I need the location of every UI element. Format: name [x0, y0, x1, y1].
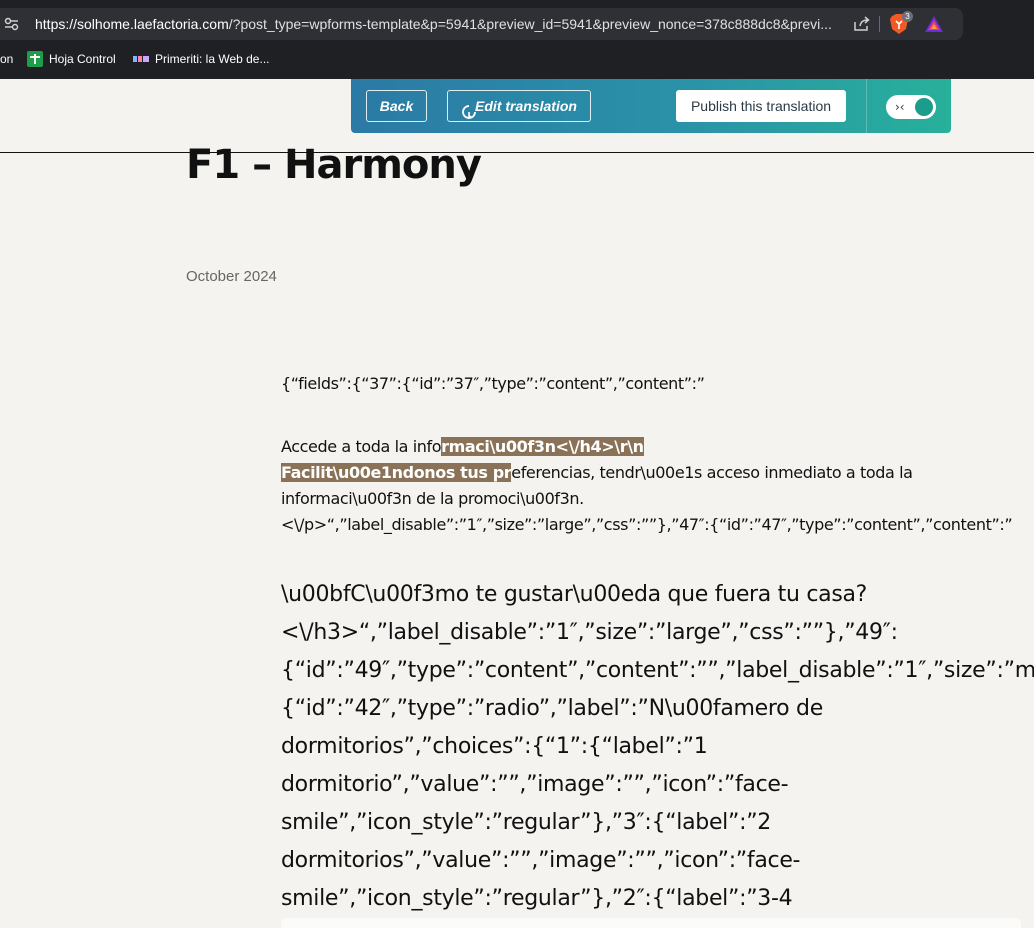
content-text: eferencias, tendr\u00e1s acceso inmediat…: [511, 463, 913, 482]
content-large-line: dormitorio”,”value”:””,”image”:””,”icon”…: [281, 772, 789, 797]
sheets-icon: [27, 51, 43, 67]
content-large-line: {“id”:”49″,”type”:”content”,”content”:””…: [281, 658, 1034, 683]
edit-translation-button[interactable]: Edit translation: [447, 90, 591, 122]
bookmark-item[interactable]: on: [0, 48, 13, 70]
content-line: informaci\u00f3n de la promoci\u00f3n.: [281, 489, 584, 508]
content-line: {“fields”:{“37”:{“id”:”37″,”type”:”conte…: [281, 374, 705, 393]
content-large-line: dormitorios”,”value”:””,”image”:””,”icon…: [281, 848, 801, 873]
browser-chrome: https://solhome.laefactoria.com/?post_ty…: [0, 0, 1034, 79]
content-large-line: <\/h3>“,”label_disable”:”1″,”size”:”larg…: [281, 620, 898, 645]
content-line: <\/p>“,”label_disable”:”1″,”size”:”large…: [281, 515, 1013, 534]
page-title: F1 – Harmony: [186, 142, 482, 188]
translation-toolbar: Back Edit translation Publish this trans…: [351, 79, 951, 133]
content-text: Accede a toda la info: [281, 437, 442, 456]
selected-text: Facilit\u00e1ndonos tus pr: [281, 463, 512, 482]
toolbar-divider: [866, 79, 867, 133]
content-large-line: dormitorios”,”choices”:{“1”:{“label”:”1: [281, 734, 708, 759]
edit-translation-label: Edit translation: [475, 98, 577, 114]
share-icon[interactable]: [853, 16, 871, 32]
content-line: Facilit\u00e1ndonos tus preferencias, te…: [281, 460, 1034, 486]
content-line: Accede a toda la informaci\u00f3n<\/h4>\…: [281, 434, 1034, 460]
post-date: October 2024: [186, 268, 277, 285]
content-large-line: smile”,”icon_style”:”regular”},”2″:{“lab…: [281, 886, 793, 911]
publish-translation-button[interactable]: Publish this translation: [676, 90, 846, 122]
content-large-line: smile”,”icon_style”:”regular”},”3″:{“lab…: [281, 810, 771, 835]
toggle-knob: [915, 98, 933, 116]
url-host: https://solhome.laefactoria.com: [35, 16, 229, 32]
content-large-line: {“id”:”42″,”type”:”radio”,”label”:”N\u00…: [281, 696, 823, 721]
header-divider: [0, 152, 1034, 153]
url-path: /?post_type=wpforms-template&p=5941&prev…: [228, 16, 832, 32]
language-toggle[interactable]: ›‹: [886, 95, 936, 119]
brave-rewards-icon[interactable]: [924, 15, 944, 33]
bookmark-hoja-control[interactable]: Hoja Control: [49, 48, 116, 70]
back-button[interactable]: Back: [366, 90, 427, 122]
edit-translation-icon: [462, 99, 476, 120]
primeriti-icon: [133, 54, 150, 64]
bottom-card: [281, 918, 1021, 928]
selected-text: rmaci\u00f3n<\/h4>\r\n: [441, 437, 644, 456]
site-settings-icon[interactable]: [4, 17, 20, 31]
shields-count-badge: 3: [902, 11, 913, 22]
bookmarks-bar: on Hoja Control Primeriti: la Web de...: [0, 48, 1034, 70]
address-bar[interactable]: https://solhome.laefactoria.com/?post_ty…: [0, 8, 963, 40]
toggle-arrows-icon: ›‹: [895, 100, 905, 114]
url-text[interactable]: https://solhome.laefactoria.com/?post_ty…: [35, 15, 845, 33]
bookmark-primeriti[interactable]: Primeriti: la Web de...: [155, 48, 269, 70]
content-large-line: \u00bfC\u00f3mo te gustar\u00eda que fue…: [281, 582, 868, 607]
url-divider: [879, 16, 880, 32]
